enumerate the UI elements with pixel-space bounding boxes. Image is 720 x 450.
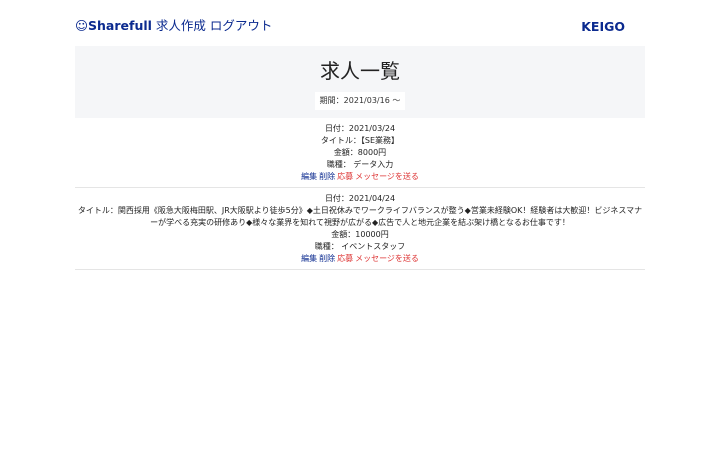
apply-link[interactable]: 応募: [337, 254, 353, 263]
edit-link[interactable]: 編集: [301, 254, 317, 263]
send-message-link[interactable]: メッセージを送る: [355, 254, 419, 263]
job-title: タイトル：【SE業務】: [320, 136, 400, 145]
create-job-link[interactable]: 求人作成: [156, 18, 206, 33]
page-header-panel: 求人一覧 期間：2021/03/16 〜: [75, 46, 645, 118]
top-navbar: ☺Sharefull 求人作成 ログアウト KEIGO: [0, 0, 720, 46]
job-list: 日付：2021/03/24 タイトル：【SE業務】 金額：8000円 職種： デ…: [75, 118, 645, 270]
period-badge: 期間：2021/03/16 〜: [314, 92, 406, 110]
apply-link[interactable]: 応募: [337, 172, 353, 181]
delete-link[interactable]: 削除: [319, 254, 335, 263]
app-name: Sharefull: [88, 18, 152, 33]
job-item: 日付：2021/04/24 タイトル：関西採用《阪急大阪梅田駅、JR大阪駅より徒…: [75, 188, 645, 270]
job-amount: 金額：10000円: [331, 230, 389, 239]
job-actions: 編集 削除 応募 メッセージを送る: [75, 171, 645, 183]
send-message-link[interactable]: メッセージを送る: [355, 172, 419, 181]
job-date: 日付：2021/03/24: [324, 124, 396, 133]
delete-link[interactable]: 削除: [319, 172, 335, 181]
logout-link[interactable]: ログアウト: [210, 18, 273, 33]
job-date: 日付：2021/04/24: [324, 194, 396, 203]
navbar-brand-group: ☺Sharefull 求人作成 ログアウト: [75, 17, 272, 35]
home-link[interactable]: ☺Sharefull: [75, 18, 152, 33]
job-item: 日付：2021/03/24 タイトル：【SE業務】 金額：8000円 職種： デ…: [75, 118, 645, 188]
job-title: タイトル：関西採用《阪急大阪梅田駅、JR大阪駅より徒歩5分》◆土日祝休みでワーク…: [77, 206, 643, 227]
user-name[interactable]: KEIGO: [581, 18, 625, 36]
job-category: 職種： データ入力: [326, 160, 394, 169]
job-actions: 編集 削除 応募 メッセージを送る: [75, 253, 645, 265]
smiley-icon: ☺: [75, 18, 89, 33]
job-amount: 金額：8000円: [333, 148, 387, 157]
job-category: 職種： イベントスタッフ: [314, 242, 406, 251]
page-title: 求人一覧: [320, 59, 400, 83]
edit-link[interactable]: 編集: [301, 172, 317, 181]
